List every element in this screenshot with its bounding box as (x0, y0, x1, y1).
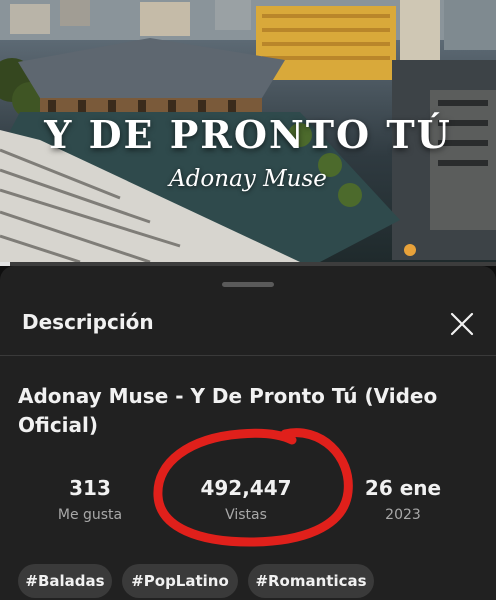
views-count: 492,447 (200, 476, 292, 500)
upload-year: 2023 (385, 507, 421, 523)
drag-handle[interactable] (222, 282, 274, 287)
close-icon (450, 312, 474, 336)
description-panel: Descripción Adonay Muse - Y De Pronto Tú… (0, 266, 496, 600)
video-player[interactable]: Y DE PRONTO TÚ Adonay Muse (0, 0, 496, 262)
stats-row: 313 Me gusta 492,447 Vistas 26 ene 2023 (0, 474, 496, 534)
upload-day: 26 ene (364, 476, 442, 500)
video-progress-played (0, 262, 10, 266)
stat-likes: 313 Me gusta (20, 474, 160, 526)
likes-label: Me gusta (57, 507, 123, 523)
hashtag-chip[interactable]: #PopLatino (122, 564, 238, 598)
hashtag-chip[interactable]: #Romanticas (248, 564, 374, 598)
hashtag-chip[interactable]: #Baladas (18, 564, 112, 598)
stat-views: 492,447 Vistas (176, 474, 316, 526)
header-divider (0, 355, 496, 356)
views-label: Vistas (225, 507, 267, 523)
stat-date: 26 ene 2023 (333, 474, 473, 526)
video-title: Adonay Muse - Y De Pronto Tú (Video Ofic… (18, 384, 438, 437)
close-button[interactable] (446, 308, 478, 340)
panel-title: Descripción (22, 310, 154, 334)
video-overlay-title: Y DE PRONTO TÚ (44, 112, 452, 157)
likes-count: 313 (69, 476, 111, 500)
video-overlay-artist: Adonay Muse (169, 166, 327, 192)
